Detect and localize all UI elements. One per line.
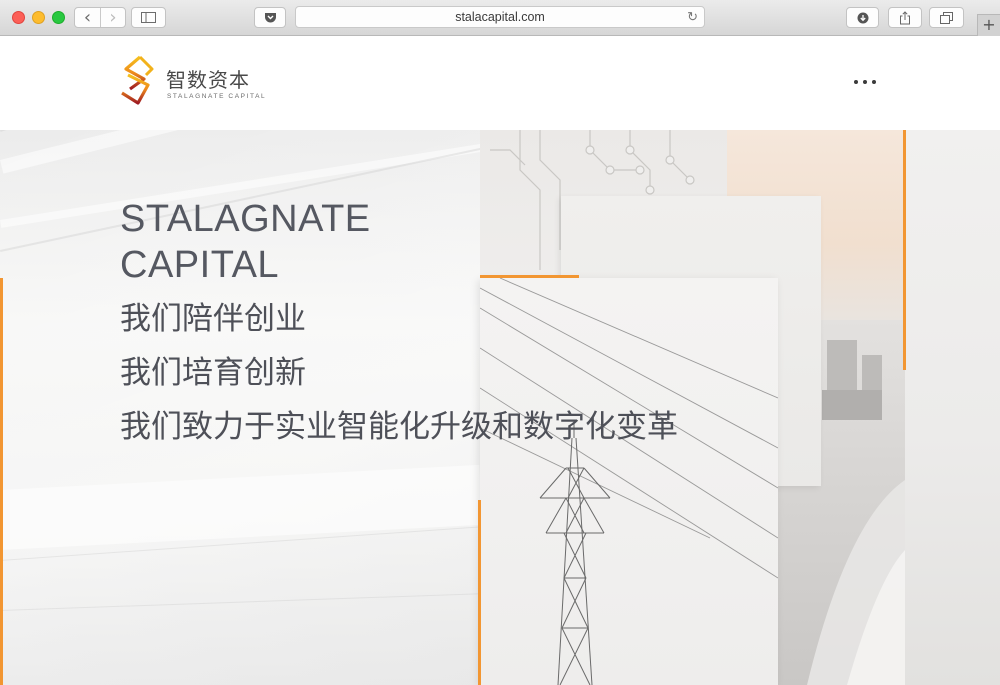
close-window-icon[interactable] [12, 11, 25, 24]
chevron-left-icon: ‹ [83, 6, 92, 28]
pocket-button[interactable] [254, 7, 286, 28]
sidebar-toggle-button[interactable] [131, 7, 166, 28]
logo-chinese-name[interactable]: 智数资本 [166, 64, 250, 93]
forward-button[interactable]: › [99, 6, 125, 28]
pocket-icon [264, 13, 276, 23]
share-icon [900, 10, 910, 24]
download-icon [857, 12, 868, 23]
hero-tagline-1: 我们陪伴创业 [120, 301, 306, 337]
hero-title-line-2: CAPITAL [120, 244, 280, 286]
accent-bar-left [0, 278, 3, 685]
hero-section: STALAGNATE CAPITAL 我们陪伴创业 我们培育创新 我们致力于实业… [0, 130, 1000, 685]
accent-bar-mid-vertical [478, 500, 481, 685]
logo-english-name[interactable]: STALAGNATE CAPITAL [167, 93, 266, 100]
reload-icon[interactable]: ↻ [687, 7, 698, 27]
more-dots-icon [872, 80, 876, 84]
menu-button[interactable] [854, 80, 876, 84]
tabs-icon [940, 11, 953, 24]
back-button[interactable]: ‹ [75, 8, 100, 27]
share-button[interactable] [888, 7, 922, 28]
hero-copy: STALAGNATE CAPITAL 我们陪伴创业 我们培育创新 我们致力于实业… [120, 196, 678, 454]
more-dots-icon [854, 80, 858, 84]
hero-tagline-3: 我们致力于实业智能化升级和数字化变革 [120, 409, 678, 445]
show-tabs-button[interactable] [929, 7, 964, 28]
address-bar[interactable]: stalacapital.com ↻ [295, 6, 705, 28]
sidebar-icon [141, 12, 156, 23]
more-dots-icon [863, 80, 867, 84]
browser-toolbar: ‹ › stalacapital.com ↻ + [0, 0, 1000, 36]
minimize-window-icon[interactable] [32, 11, 45, 24]
url-text: stalacapital.com [455, 10, 545, 24]
hero-tagline-2: 我们培育创新 [120, 355, 306, 391]
chevron-right-icon: › [109, 6, 117, 28]
site-header: 智数资本 STALAGNATE CAPITAL [0, 37, 1000, 130]
logo-mark-icon[interactable] [118, 55, 158, 107]
hero-background-right [905, 130, 1000, 685]
accent-bar-right [903, 130, 906, 370]
downloads-button[interactable] [846, 7, 879, 28]
hero-title-line-1: STALAGNATE [120, 198, 371, 240]
maximize-window-icon[interactable] [52, 11, 65, 24]
new-tab-button[interactable]: + [977, 14, 1000, 36]
back-forward-group: ‹ › [74, 7, 126, 28]
